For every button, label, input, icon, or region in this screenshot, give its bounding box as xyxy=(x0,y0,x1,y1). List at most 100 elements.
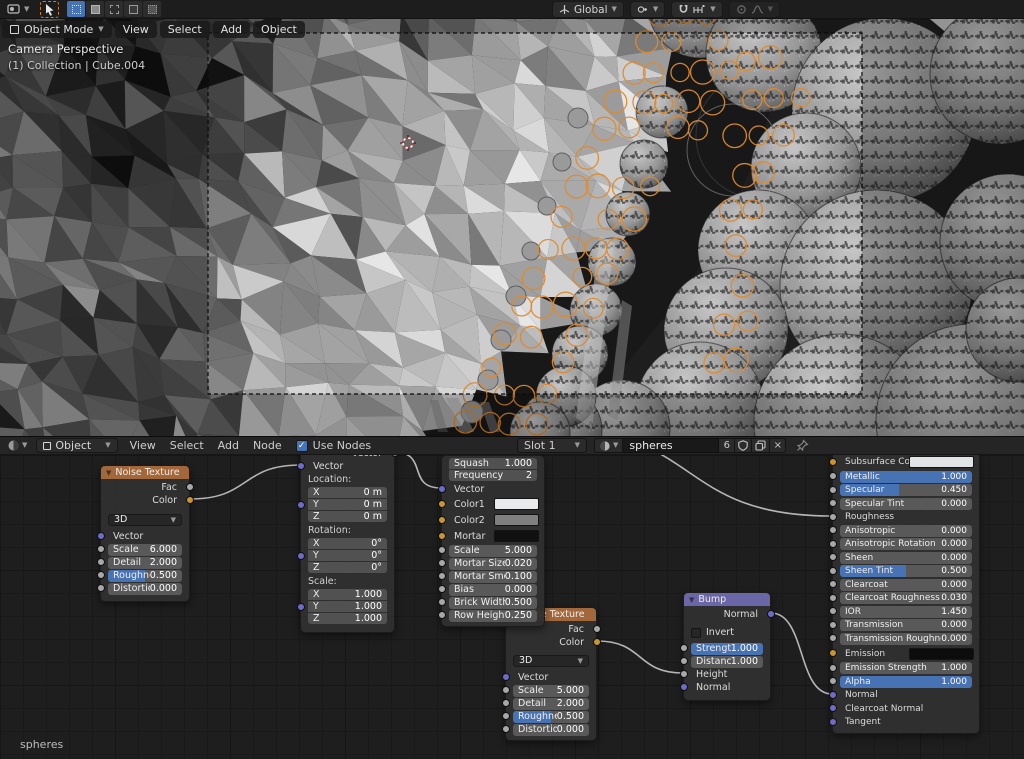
output-socket-fac[interactable] xyxy=(593,625,601,633)
input-socket-roughness[interactable] xyxy=(502,712,510,720)
input-socket-scale[interactable] xyxy=(438,546,446,554)
output-socket-color[interactable] xyxy=(593,638,601,646)
slider-clearcoat-roughness[interactable]: Clearcoat Roughness0.030 xyxy=(840,592,972,604)
menu-node[interactable]: Node xyxy=(253,439,282,452)
input-socket-sheen-tint[interactable] xyxy=(829,567,837,575)
mode-dropdown[interactable]: Object Mode ▼ xyxy=(2,21,112,38)
color-swatch[interactable] xyxy=(494,498,539,510)
input-socket-normal[interactable] xyxy=(680,683,688,691)
field-z[interactable]: Z1.000 xyxy=(308,613,387,624)
dropdown-3d[interactable]: 3D▼ xyxy=(513,655,589,667)
input-socket-clearcoat-normal[interactable] xyxy=(829,704,837,712)
menu-object[interactable]: Object xyxy=(253,21,305,38)
orientation-dropdown[interactable]: Global ▼ xyxy=(552,1,624,18)
slot-dropdown[interactable]: Slot 1 ▼ xyxy=(517,438,587,453)
menu-add[interactable]: Add xyxy=(218,439,239,452)
dropdown-3d[interactable]: 3D▼ xyxy=(108,514,182,526)
input-socket-mortar[interactable] xyxy=(438,532,446,540)
unlink-material-button[interactable]: × xyxy=(770,438,786,453)
input-socket-brick-width[interactable] xyxy=(438,598,446,606)
input-socket-transmission-roughness[interactable] xyxy=(829,634,837,642)
input-socket-detail[interactable] xyxy=(502,699,510,707)
slider-bias[interactable]: Bias0.000 xyxy=(449,584,537,596)
select-mode-subtract-button[interactable] xyxy=(105,1,123,17)
node-bump[interactable]: ▼BumpNormalInvertStrength1.000Distance1.… xyxy=(683,592,771,701)
material-name-input[interactable]: spheres xyxy=(623,438,719,453)
shader-type-dropdown[interactable]: Object ▼ xyxy=(36,438,117,453)
output-socket-fac[interactable] xyxy=(186,483,194,491)
select-mode-extend-button[interactable] xyxy=(86,1,104,17)
checkbox-box[interactable] xyxy=(691,628,701,638)
new-material-button[interactable] xyxy=(752,438,770,453)
slider-roughness[interactable]: Roughness0.500 xyxy=(108,570,182,582)
field-y[interactable]: Y0 m xyxy=(308,499,387,510)
input-socket-emission-strength[interactable] xyxy=(829,664,837,672)
input-socket-tangent[interactable] xyxy=(829,718,837,726)
slider-brick-width[interactable]: Brick Width0.500 xyxy=(449,597,537,609)
select-mode-set-button[interactable] xyxy=(67,1,85,17)
slider-sheen[interactable]: Sheen0.000 xyxy=(840,552,972,564)
checkbox-invert[interactable]: Invert xyxy=(684,627,734,638)
pin-button[interactable] xyxy=(796,439,809,452)
editor-type-button[interactable]: ▼ xyxy=(4,1,32,17)
field-z[interactable]: Z0 m xyxy=(308,511,387,522)
proportional-edit-dropdown[interactable]: ▼ xyxy=(729,1,780,18)
node-principled-bsdf[interactable]: Subsurface ColorMetallic1.000Specular0.4… xyxy=(832,455,980,734)
color-swatch[interactable] xyxy=(494,530,539,542)
node-noise-texture-2[interactable]: ▼Noise TextureFacColor3D▼VectorScale5.00… xyxy=(505,607,597,741)
input-socket-height[interactable] xyxy=(680,670,688,678)
input-socket-mortar-smooth[interactable] xyxy=(438,572,446,580)
slider-specular[interactable]: Specular0.450 xyxy=(840,484,972,496)
viewport-render[interactable] xyxy=(0,0,1024,436)
field-x[interactable]: X0° xyxy=(308,538,387,549)
slider-anisotropic[interactable]: Anisotropic0.000 xyxy=(840,525,972,537)
slider-sheen-tint[interactable]: Sheen Tint0.500 xyxy=(840,565,972,577)
viewport-3d[interactable]: ▼ Global ▼ ▼ xyxy=(0,0,1024,436)
color-swatch[interactable] xyxy=(909,456,974,468)
field-frequency[interactable]: Frequency2 xyxy=(449,470,537,481)
output-socket-color[interactable] xyxy=(186,496,194,504)
slider-scale[interactable]: Scale5.000 xyxy=(449,545,537,557)
slider-clearcoat[interactable]: Clearcoat0.000 xyxy=(840,579,972,591)
field-y[interactable]: Y0° xyxy=(308,550,387,561)
use-nodes-toggle[interactable]: ✓ Use Nodes xyxy=(296,439,372,452)
input-socket-normal[interactable] xyxy=(829,691,837,699)
slider-strength[interactable]: Strength1.000 xyxy=(691,643,763,655)
field-x[interactable]: X0 m xyxy=(308,487,387,498)
input-socket-bias[interactable] xyxy=(438,585,446,593)
input-socket-color1[interactable] xyxy=(438,500,446,508)
slider-detail[interactable]: Detail2.000 xyxy=(108,557,182,569)
input-socket-ior[interactable] xyxy=(829,607,837,615)
material-users-count[interactable]: 6 xyxy=(719,438,735,453)
menu-view[interactable]: View xyxy=(130,439,156,452)
pivot-point-dropdown[interactable]: ▼ xyxy=(630,1,665,18)
input-socket-alpha[interactable] xyxy=(829,677,837,685)
slider-distortion[interactable]: Distortion0.000 xyxy=(108,583,182,595)
input-socket-vector[interactable] xyxy=(97,532,105,540)
slider-alpha[interactable]: Alpha1.000 xyxy=(840,676,972,688)
slider-distance[interactable]: Distance1.000 xyxy=(691,656,763,668)
editor-type-button-shader[interactable]: ▼ xyxy=(4,438,30,454)
input-socket-group[interactable] xyxy=(297,603,305,611)
menu-view[interactable]: View xyxy=(115,21,157,38)
menu-select[interactable]: Select xyxy=(160,21,210,38)
slider-mortar-size[interactable]: Mortar Size0.020 xyxy=(449,558,537,570)
slider-metallic[interactable]: Metallic1.000 xyxy=(840,471,972,483)
input-socket-row-height[interactable] xyxy=(438,611,446,619)
input-socket-specular[interactable] xyxy=(829,486,837,494)
input-socket-mortar-size[interactable] xyxy=(438,559,446,567)
select-mode-invert-button[interactable] xyxy=(124,1,142,17)
input-socket-vector[interactable] xyxy=(502,673,510,681)
input-socket-subsurface-color[interactable] xyxy=(829,458,837,466)
input-socket-group[interactable] xyxy=(297,501,305,509)
node-header-noise-texture-1[interactable]: ▼Noise Texture xyxy=(101,466,189,479)
input-socket-vector[interactable] xyxy=(438,485,446,493)
node-header-bump[interactable]: ▼Bump xyxy=(684,593,770,606)
color-swatch[interactable] xyxy=(494,514,539,526)
input-socket-color2[interactable] xyxy=(438,516,446,524)
menu-add[interactable]: Add xyxy=(213,21,250,38)
field-squash[interactable]: Squash1.000 xyxy=(449,458,537,469)
slider-emission-strength[interactable]: Emission Strength1.000 xyxy=(840,662,972,674)
input-socket-group[interactable] xyxy=(297,552,305,560)
input-socket-distortion[interactable] xyxy=(97,584,105,592)
